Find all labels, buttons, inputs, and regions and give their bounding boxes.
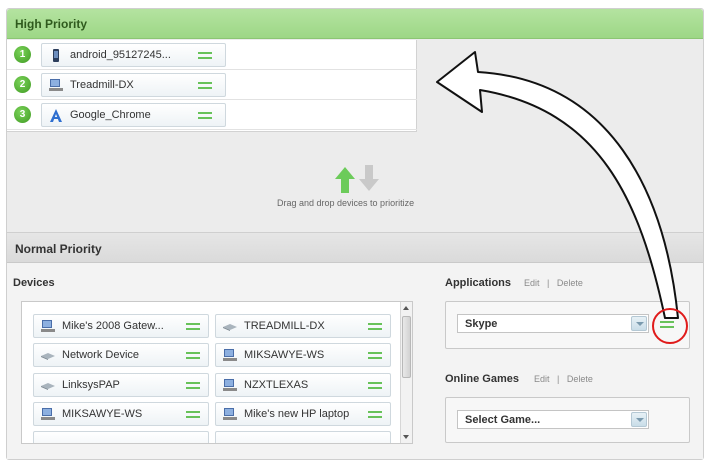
device-chip-partial[interactable]	[33, 431, 209, 443]
drag-handle-icon[interactable]	[660, 321, 674, 328]
list-item: 2 Treadmill-DX	[7, 70, 417, 100]
drag-handle-icon[interactable]	[368, 323, 382, 330]
normal-priority-title: Normal Priority	[15, 242, 102, 256]
rank-badge: 2	[14, 76, 31, 93]
network-device-icon	[41, 383, 55, 390]
separator: |	[547, 278, 550, 288]
drag-handle-icon[interactable]	[198, 82, 212, 89]
desktop-icon	[223, 408, 237, 420]
applications-edit-link[interactable]: Edit	[524, 278, 540, 288]
drag-handle-icon[interactable]	[368, 411, 382, 418]
device-chip[interactable]: Treadmill-DX	[41, 73, 226, 97]
device-chip[interactable]: Mike's 2008 Gatew...	[33, 314, 209, 338]
device-chip-partial[interactable]	[215, 431, 391, 443]
device-name: Network Device	[62, 349, 140, 361]
device-name: MIKSAWYE-WS	[244, 349, 325, 361]
device-name: Mike's 2008 Gatew...	[62, 320, 164, 332]
device-chip[interactable]: NZXTLEXAS	[215, 373, 391, 397]
rank-badge: 1	[14, 46, 31, 63]
online-games-actions: Edit | Delete	[534, 374, 593, 384]
scroll-down-icon[interactable]	[403, 435, 409, 439]
device-chip[interactable]: android_95127245...	[41, 43, 226, 67]
device-name: NZXTLEXAS	[244, 379, 309, 391]
high-priority-list: 1 android_95127245... 2 Treadmill-DX 3 G…	[7, 40, 417, 132]
drag-handle-icon[interactable]	[186, 352, 200, 359]
high-priority-header: High Priority	[7, 9, 703, 39]
application-select-value: Skype	[465, 318, 498, 330]
chevron-down-icon[interactable]	[631, 412, 647, 427]
chrome-app-icon	[50, 109, 62, 122]
online-games-edit-link[interactable]: Edit	[534, 374, 550, 384]
drag-handle-icon[interactable]	[186, 382, 200, 389]
device-name: LinksysPAP	[62, 379, 120, 391]
device-chip[interactable]: Mike's new HP laptop	[215, 402, 391, 426]
drag-handle-icon[interactable]	[368, 352, 382, 359]
rank-badge: 3	[14, 106, 31, 123]
online-games-box: Select Game...	[445, 397, 690, 443]
desktop-icon	[223, 349, 237, 361]
drag-hint-text: Drag and drop devices to prioritize	[277, 198, 415, 208]
network-device-icon	[41, 353, 55, 360]
desktop-icon	[41, 320, 55, 332]
phone-icon	[53, 49, 59, 62]
drag-handle-icon[interactable]	[198, 112, 212, 119]
prioritize-arrows-icon	[335, 165, 379, 193]
desktop-icon	[223, 379, 237, 391]
list-item: 1 android_95127245...	[7, 40, 417, 70]
normal-priority-header: Normal Priority	[7, 233, 703, 263]
game-select-value: Select Game...	[465, 414, 541, 426]
game-select[interactable]: Select Game...	[457, 410, 649, 429]
device-chip[interactable]: Google_Chrome	[41, 103, 226, 127]
list-item: 3 Google_Chrome	[7, 100, 417, 130]
qos-panel: High Priority 1 android_95127245... 2 Tr…	[6, 8, 704, 460]
scroll-up-icon[interactable]	[403, 306, 409, 310]
applications-delete-link[interactable]: Delete	[557, 278, 583, 288]
device-name: Mike's new HP laptop	[244, 408, 350, 420]
device-chip[interactable]: Network Device	[33, 343, 209, 367]
device-name: android_95127245...	[70, 49, 171, 61]
online-games-delete-link[interactable]: Delete	[567, 374, 593, 384]
high-priority-title: High Priority	[15, 17, 88, 31]
drag-handle-icon[interactable]	[186, 323, 200, 330]
devices-scrollbar[interactable]	[400, 302, 412, 443]
devices-list: Mike's 2008 Gatew... TREADMILL-DX Networ…	[21, 301, 413, 444]
drag-handle-icon[interactable]	[186, 411, 200, 418]
device-chip[interactable]: TREADMILL-DX	[215, 314, 391, 338]
chevron-down-icon[interactable]	[631, 316, 647, 331]
device-name: TREADMILL-DX	[244, 320, 325, 332]
applications-label: Applications	[445, 277, 512, 289]
drag-handle-icon[interactable]	[198, 52, 212, 59]
normal-priority-section: Normal Priority Devices Mike's 2008 Gate…	[7, 232, 703, 459]
drag-handle-icon[interactable]	[368, 382, 382, 389]
device-name: Google_Chrome	[70, 109, 151, 121]
device-chip[interactable]: MIKSAWYE-WS	[33, 402, 209, 426]
device-chip[interactable]: MIKSAWYE-WS	[215, 343, 391, 367]
online-games-label: Online Games	[445, 373, 519, 385]
desktop-icon	[49, 79, 63, 91]
device-name: MIKSAWYE-WS	[62, 408, 143, 420]
devices-label: Devices	[13, 277, 55, 289]
network-device-icon	[223, 324, 237, 331]
applications-actions: Edit | Delete	[524, 278, 583, 288]
scrollbar-thumb[interactable]	[402, 316, 411, 378]
application-select[interactable]: Skype	[457, 314, 649, 333]
applications-box: Skype	[445, 301, 690, 349]
separator: |	[557, 374, 560, 384]
desktop-icon	[41, 408, 55, 420]
device-name: Treadmill-DX	[70, 79, 134, 91]
device-chip[interactable]: LinksysPAP	[33, 373, 209, 397]
